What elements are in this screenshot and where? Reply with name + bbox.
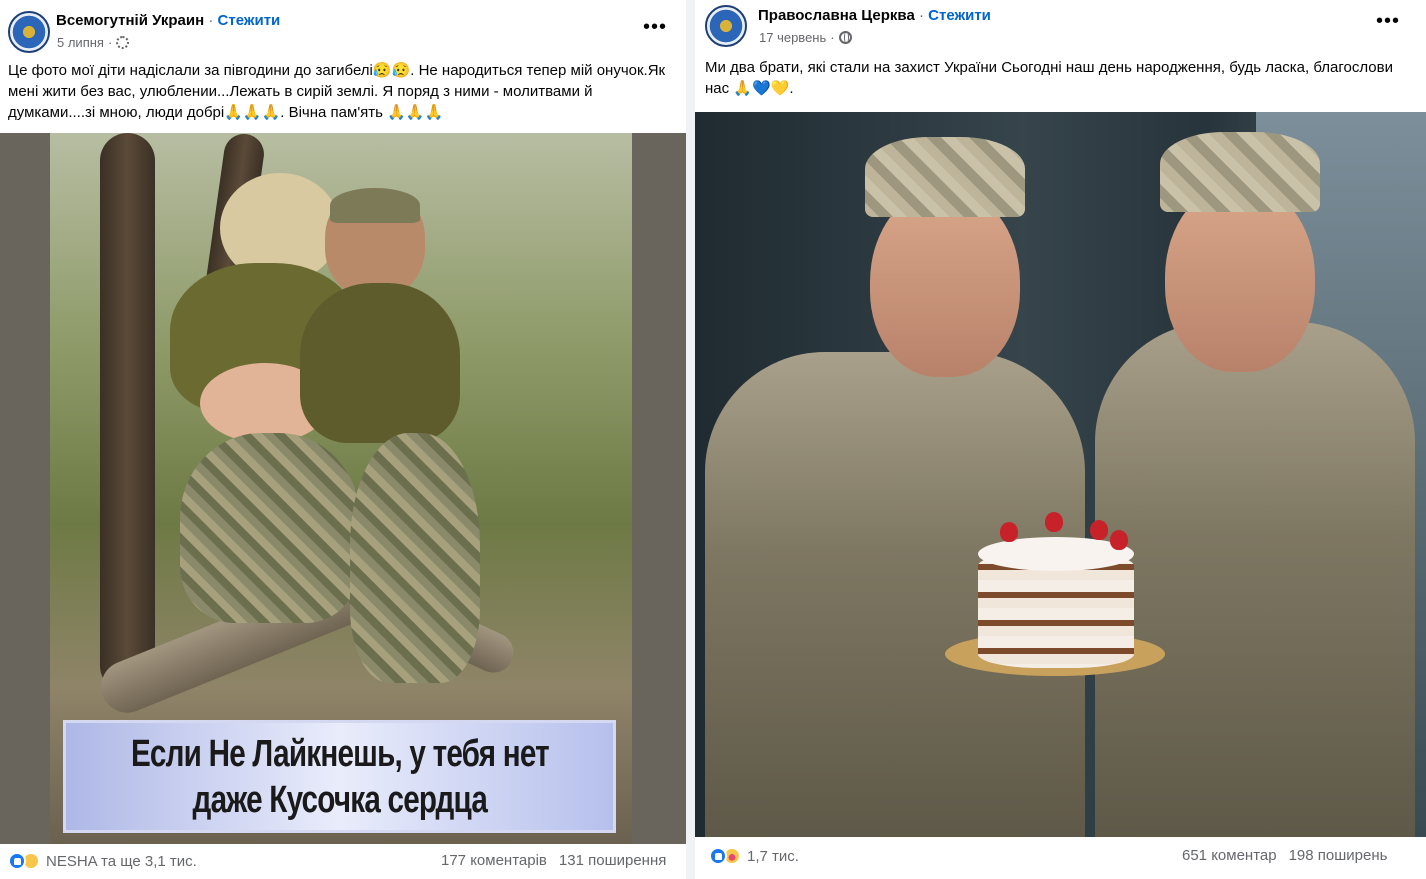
separator: · [208,12,214,29]
post-footer: 1,7 тис. 651 коментар 198 поширень [695,839,1426,874]
date-separator: · [107,35,113,50]
tree-trunk [100,133,155,693]
strawberry [1090,520,1108,540]
post-caption: Ми два брати, які стали на захист Україн… [705,59,1393,97]
comments-count[interactable]: 177 коментарів [441,852,547,869]
page-avatar[interactable] [705,5,747,47]
gear-icon [116,36,130,49]
post-image[interactable] [695,112,1426,837]
woman-legs [180,433,360,623]
follow-button[interactable]: Стежити [928,7,991,24]
page-avatar[interactable] [8,11,50,53]
strawberry [1045,512,1063,532]
reaction-count: 1,7 тис. [747,847,799,865]
post-date[interactable]: 17 червень [759,30,826,45]
post-header: Православна Церква · Стежити 17 червень … [695,0,1426,60]
page-title-row: Православна Церква · Стежити [758,7,991,24]
more-options-button[interactable]: ••• [640,17,670,40]
separator: · [918,7,924,24]
like-reaction-icon [709,847,727,865]
strawberry [1110,530,1128,550]
image-text-line-2: даже Кусочка сердца [192,778,487,821]
post-header: Всемогутній Украин · Стежити 5 липня · •… [0,0,686,60]
page-title-row: Всемогутній Украин · Стежити [56,12,280,29]
post-image[interactable]: Если Не Лайкнешь, у тебя нет даже Кусочк… [0,133,686,844]
image-text-banner: Если Не Лайкнешь, у тебя нет даже Кусочк… [63,720,616,833]
post-card: Всемогутній Украин · Стежити 5 липня · •… [0,0,686,879]
date-separator: · [830,30,835,45]
post-caption: Це фото мої діти надіслали за півгодини … [8,62,666,121]
man-legs [350,433,480,683]
post-stats: 651 коментар 198 поширень [1182,847,1387,864]
soldier-right-body [1095,322,1415,837]
man-cap [330,188,420,223]
follow-button[interactable]: Стежити [218,12,281,29]
page-name-link[interactable]: Православна Церква [758,7,915,24]
post-card: Православна Церква · Стежити 17 червень … [695,0,1426,879]
reaction-count: NESHA та ще 3,1 тис. [46,852,197,870]
soldier-left-cap [865,137,1025,217]
post-date[interactable]: 5 липня [57,35,104,50]
reactions-summary[interactable]: NESHA та ще 3,1 тис. [8,852,197,870]
like-reaction-icon [8,852,26,870]
page-name-link[interactable]: Всемогутній Украин [56,12,204,29]
reactions-summary[interactable]: 1,7 тис. [709,847,799,865]
comments-count[interactable]: 651 коментар [1182,847,1277,864]
soldier-right-cap [1160,132,1320,212]
shares-count[interactable]: 131 поширення [559,852,666,869]
post-meta: 5 липня · [57,35,130,50]
post-footer: NESHA та ще 3,1 тис. 177 коментарів 131 … [0,844,686,879]
image-text-line-1: Если Не Лайкнешь, у тебя нет [130,732,550,775]
strawberry [1000,522,1018,542]
post-stats: 177 коментарів 131 поширення [441,852,666,869]
more-options-button[interactable]: ••• [1373,11,1403,34]
globe-icon [838,31,852,44]
man-torso [300,283,460,443]
post-meta: 17 червень · [759,30,852,45]
shares-count[interactable]: 198 поширень [1289,847,1388,864]
